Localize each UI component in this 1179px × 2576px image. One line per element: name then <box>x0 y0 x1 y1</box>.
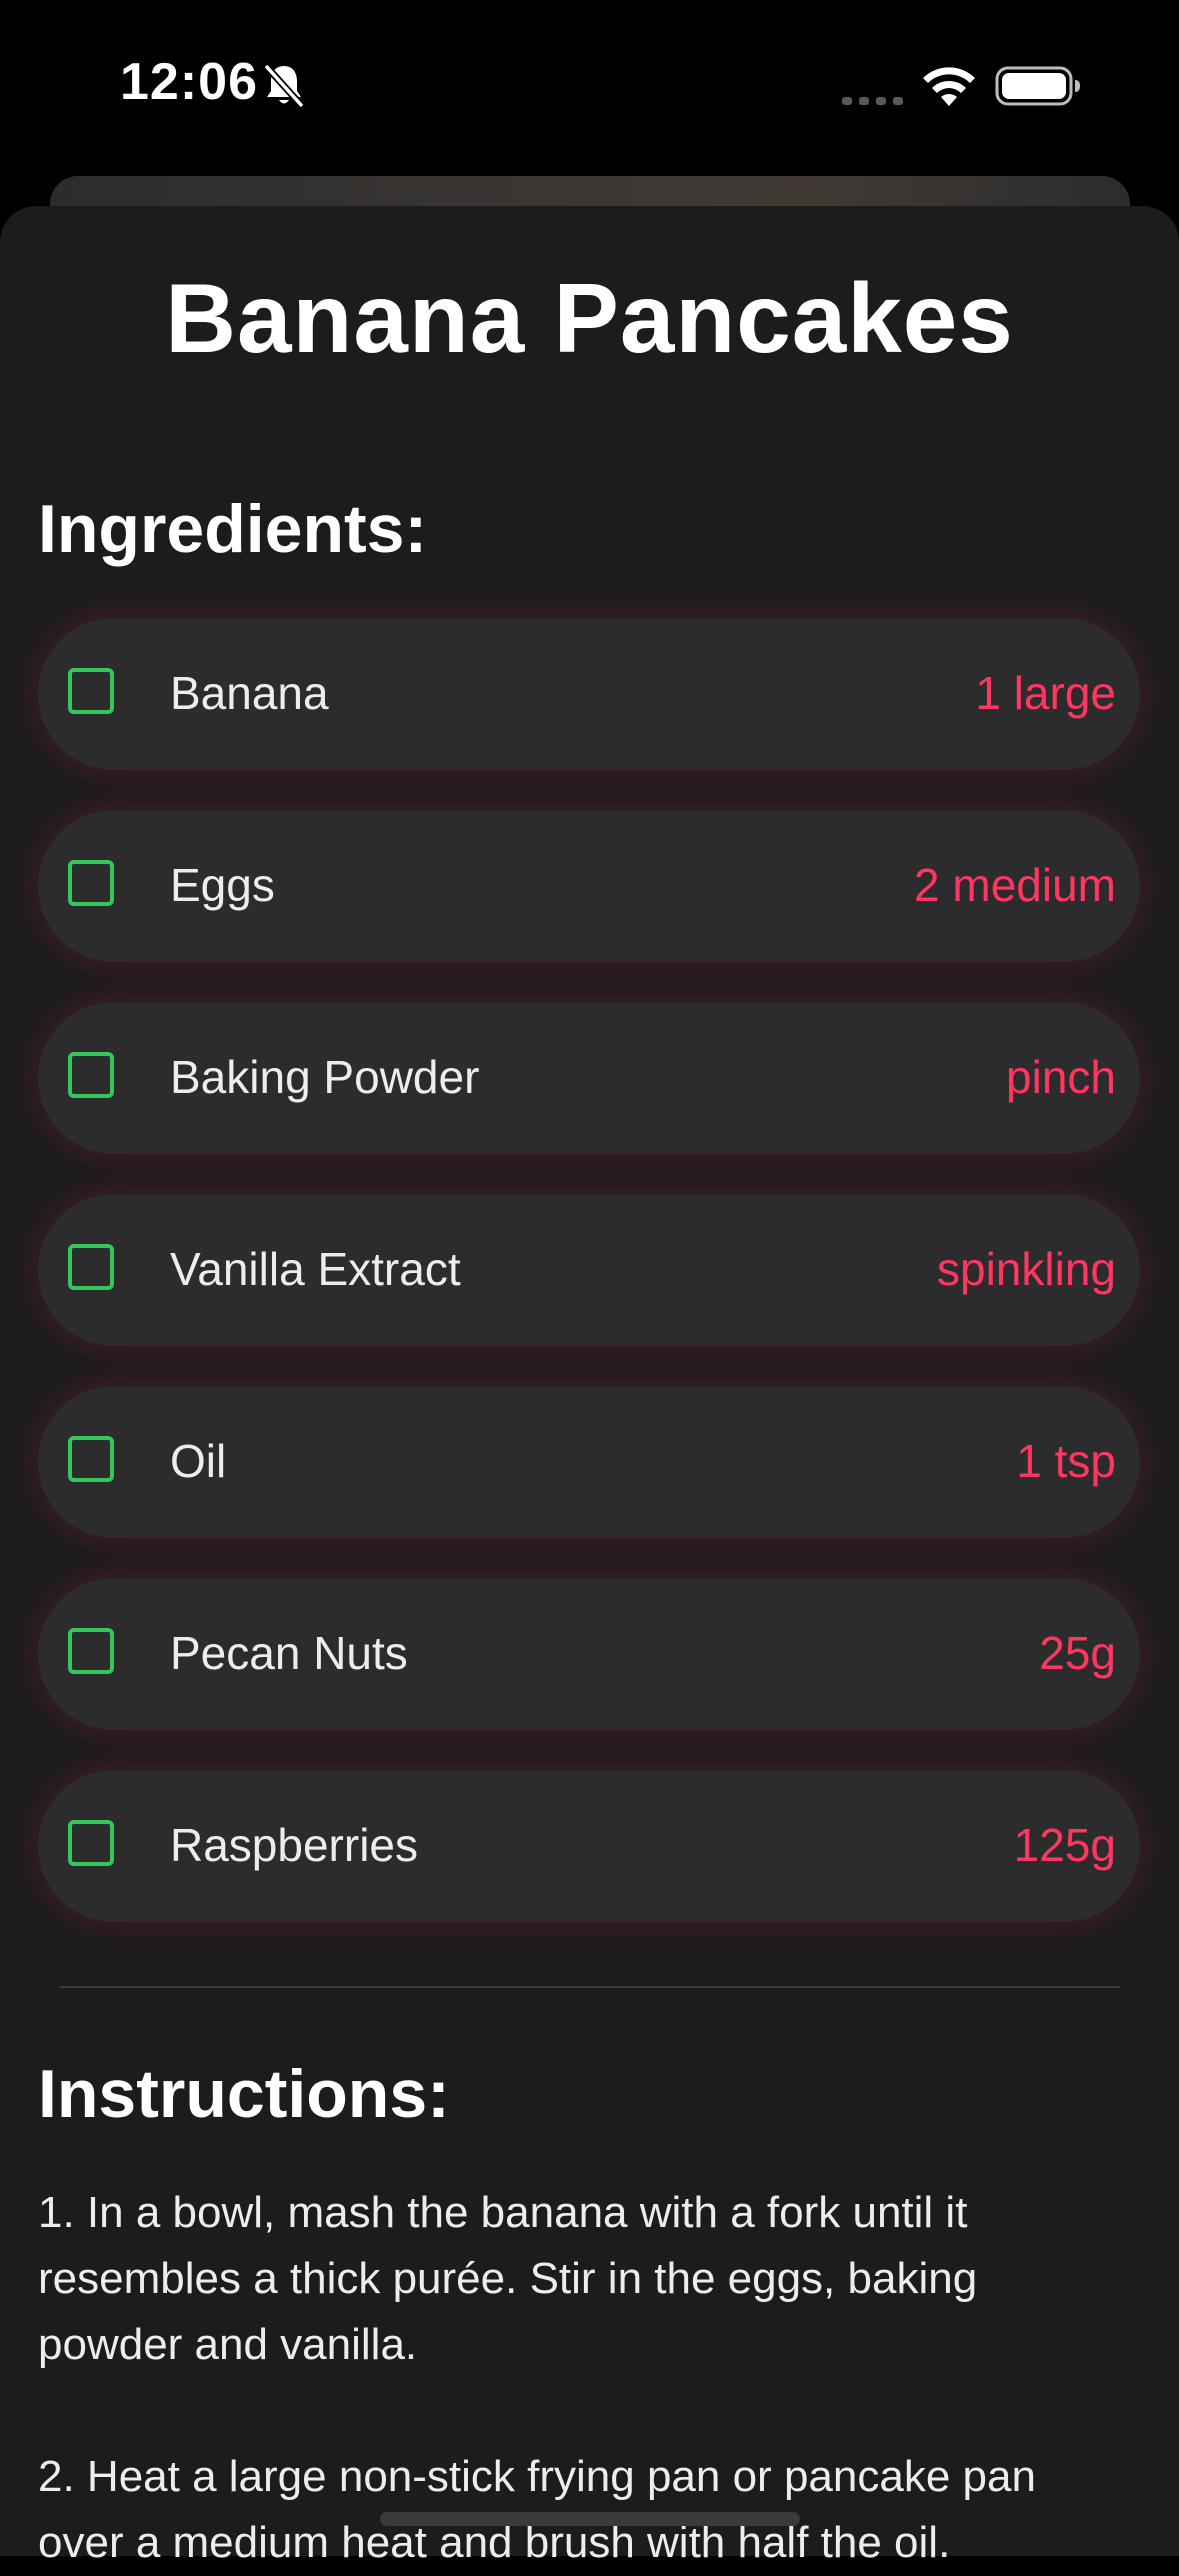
ingredient-row[interactable]: Baking Powder pinch <box>38 1002 1140 1154</box>
ingredient-quantity: pinch <box>1006 1051 1116 1103</box>
checkbox-icon[interactable] <box>68 860 114 906</box>
ingredient-name: Raspberries <box>170 1819 418 1871</box>
ingredient-quantity: 2 medium <box>914 859 1116 911</box>
ingredient-name: Banana <box>170 667 329 719</box>
ingredient-name: Oil <box>170 1435 227 1487</box>
ingredients-heading: Ingredients: <box>38 491 428 567</box>
status-bar: 12:06 <box>0 0 1179 170</box>
checkbox-icon[interactable] <box>68 1820 114 1866</box>
checkbox-icon[interactable] <box>68 1628 114 1674</box>
checkbox-icon[interactable] <box>68 1052 114 1098</box>
ingredient-row[interactable]: Banana 1 large <box>38 618 1140 770</box>
ingredient-name: Eggs <box>170 859 275 911</box>
ingredient-row[interactable]: Raspberries 125g <box>38 1770 1140 1922</box>
ingredient-row[interactable]: Eggs 2 medium <box>38 810 1140 962</box>
section-divider <box>60 1986 1120 1988</box>
ingredient-row[interactable]: Oil 1 tsp <box>38 1386 1140 1538</box>
recipe-title: Banana Pancakes <box>165 263 1014 373</box>
checkbox-icon[interactable] <box>68 1244 114 1290</box>
checkbox-icon[interactable] <box>68 668 114 714</box>
ingredient-quantity: 1 tsp <box>1016 1435 1116 1487</box>
instructions-heading: Instructions: <box>38 2056 450 2132</box>
ingredient-row[interactable]: Pecan Nuts 25g <box>38 1578 1140 1730</box>
ingredient-quantity: 25g <box>1039 1627 1116 1679</box>
signal-icon <box>842 97 903 105</box>
wifi-icon <box>923 67 975 106</box>
ingredient-row[interactable]: Vanilla Extract spinkling <box>38 1194 1140 1346</box>
checkbox-icon[interactable] <box>68 1436 114 1482</box>
ingredient-quantity: spinkling <box>937 1243 1116 1295</box>
ingredient-name: Vanilla Extract <box>170 1243 461 1295</box>
ingredient-quantity: 125g <box>1013 1819 1116 1871</box>
home-indicator[interactable] <box>380 2512 800 2526</box>
ingredient-name: Baking Powder <box>170 1051 480 1103</box>
bell-slash-icon <box>263 63 305 109</box>
ingredient-name: Pecan Nuts <box>170 1627 408 1679</box>
ingredient-quantity: 1 large <box>975 667 1116 719</box>
battery-icon <box>995 66 1080 106</box>
status-time: 12:06 <box>120 53 258 111</box>
